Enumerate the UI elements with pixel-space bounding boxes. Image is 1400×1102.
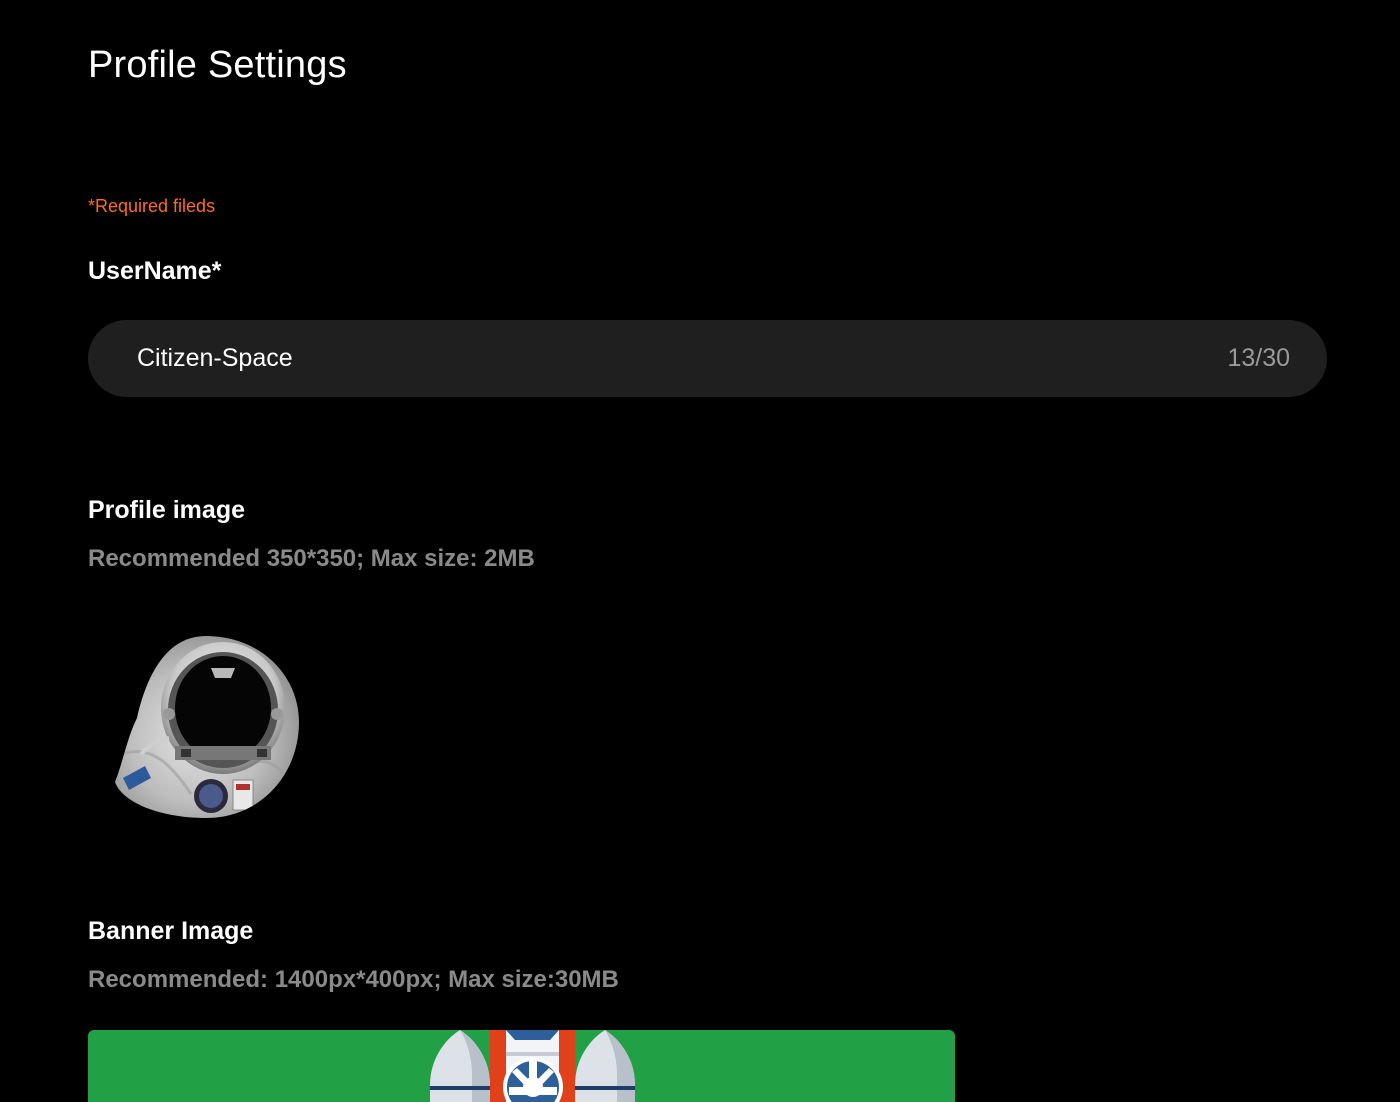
profile-image-label: Profile image	[88, 496, 245, 524]
banner-image-label: Banner Image	[88, 917, 254, 945]
profile-image-avatar[interactable]	[111, 634, 301, 820]
banner-image-hint: Recommended: 1400px*400px; Max size:30MB	[88, 966, 619, 993]
username-input[interactable]	[137, 320, 1137, 397]
username-label: UserName*	[88, 257, 222, 285]
required-fields-note: *Required fileds	[88, 196, 216, 216]
username-field[interactable]: 13/30	[88, 320, 1327, 397]
username-char-counter: 13/30	[1227, 344, 1290, 372]
profile-image-hint: Recommended 350*350; Max size: 2MB	[88, 545, 535, 572]
banner-image[interactable]	[88, 1030, 955, 1102]
astronaut-avatar-image	[115, 636, 299, 818]
profile-settings-page: Profile Settings *Required fileds UserNa…	[0, 0, 1400, 1102]
page-title: Profile Settings	[88, 44, 347, 86]
rocket-banner-illustration	[430, 1030, 635, 1102]
